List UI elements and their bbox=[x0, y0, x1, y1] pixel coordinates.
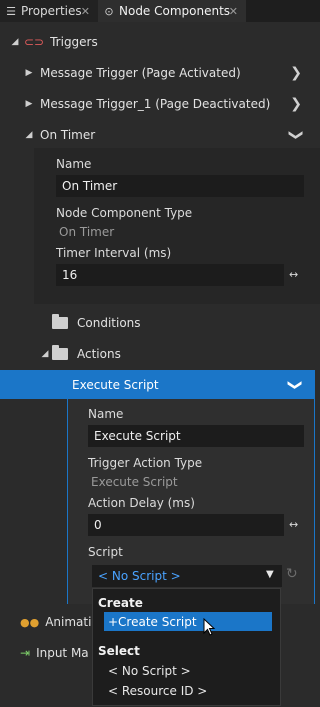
expand-arrow-icon[interactable]: ▶ bbox=[24, 99, 34, 109]
actions-label: Actions bbox=[77, 347, 121, 361]
name-field[interactable]: On Timer bbox=[56, 175, 304, 197]
folder-icon bbox=[52, 314, 68, 329]
chevron-down-icon[interactable]: ❯ bbox=[288, 129, 304, 141]
drag-handle-icon[interactable]: ↔ bbox=[289, 268, 298, 281]
drag-handle-icon[interactable]: ↔ bbox=[289, 518, 298, 531]
select-no-script-item[interactable]: < No Script > bbox=[108, 664, 191, 678]
section-triggers[interactable]: ◢ ⊂⊃ Triggers bbox=[0, 32, 320, 52]
on-timer-row[interactable]: ◢ On Timer ❯ bbox=[0, 124, 320, 146]
tab-properties[interactable]: ☰ Properties ✕ bbox=[0, 0, 98, 22]
animation-icon: ●● bbox=[20, 615, 40, 629]
name-label: Name bbox=[88, 407, 124, 421]
type-label: Node Component Type bbox=[56, 206, 193, 220]
script-label: Script bbox=[88, 545, 123, 559]
collapse-arrow-icon[interactable]: ◢ bbox=[24, 130, 34, 140]
folder-icon bbox=[52, 345, 68, 360]
script-dropdown-value: < No Script > bbox=[98, 569, 181, 583]
popup-create-header: Create bbox=[98, 596, 143, 610]
triggers-icon: ⊂⊃ bbox=[24, 35, 45, 49]
chevron-right-icon[interactable]: ❯ bbox=[290, 65, 302, 81]
input-icon: ⇥ bbox=[20, 646, 31, 660]
on-timer-label: On Timer bbox=[40, 128, 96, 142]
mouse-cursor-icon bbox=[203, 618, 216, 636]
tab-properties-label: Properties bbox=[21, 4, 82, 18]
execute-script-label: Execute Script bbox=[72, 377, 159, 392]
popup-select-header: Select bbox=[98, 644, 140, 658]
select-resource-id-item[interactable]: < Resource ID > bbox=[108, 684, 207, 698]
collapse-arrow-icon[interactable]: ◢ bbox=[40, 349, 50, 359]
caret-down-icon[interactable]: ▼ bbox=[266, 569, 274, 580]
action-delay-label: Action Delay (ms) bbox=[88, 496, 195, 510]
conditions-label: Conditions bbox=[77, 316, 141, 330]
conditions-row[interactable]: Conditions bbox=[0, 313, 320, 333]
trigger-item[interactable]: ▶ Message Trigger (Page Activated) ❯ bbox=[0, 62, 320, 84]
action-delay-field[interactable]: 0 bbox=[88, 514, 284, 536]
actions-row[interactable]: ◢ Actions bbox=[0, 344, 320, 364]
action-type-value: Execute Script bbox=[91, 475, 178, 489]
close-icon[interactable]: ✕ bbox=[229, 5, 238, 18]
execute-script-row[interactable]: Execute Script ❯ bbox=[0, 370, 315, 399]
tab-node-components-label: Node Components bbox=[119, 4, 231, 18]
interval-label: Timer Interval (ms) bbox=[56, 246, 172, 260]
chevron-down-icon[interactable]: ❯ bbox=[287, 379, 303, 391]
expand-arrow-icon[interactable]: ▶ bbox=[24, 68, 34, 78]
section-triggers-label: Triggers bbox=[50, 35, 98, 49]
type-value: On Timer bbox=[59, 225, 115, 239]
section-animation-label: Animatio bbox=[45, 615, 99, 629]
properties-icon: ☰ bbox=[6, 4, 16, 18]
tab-node-components[interactable]: ⊙ Node Components ✕ bbox=[98, 0, 246, 22]
close-icon[interactable]: ✕ bbox=[81, 5, 90, 18]
trigger-item[interactable]: ▶ Message Trigger_1 (Page Deactivated) ❯ bbox=[0, 93, 320, 115]
node-components-icon: ⊙ bbox=[104, 4, 114, 18]
refresh-icon[interactable]: ↻ bbox=[286, 566, 298, 582]
create-script-item[interactable]: +Create Script bbox=[104, 612, 272, 631]
section-input-label: Input Ma bbox=[36, 646, 89, 660]
trigger-item-label: Message Trigger (Page Activated) bbox=[40, 66, 241, 80]
interval-field[interactable]: 16 bbox=[56, 264, 284, 286]
action-type-label: Trigger Action Type bbox=[88, 456, 203, 470]
name-field[interactable]: Execute Script bbox=[88, 425, 304, 447]
trigger-item-label: Message Trigger_1 (Page Deactivated) bbox=[40, 97, 271, 111]
collapse-arrow-icon[interactable]: ◢ bbox=[10, 37, 20, 47]
chevron-right-icon[interactable]: ❯ bbox=[290, 96, 302, 112]
name-label: Name bbox=[56, 157, 92, 171]
